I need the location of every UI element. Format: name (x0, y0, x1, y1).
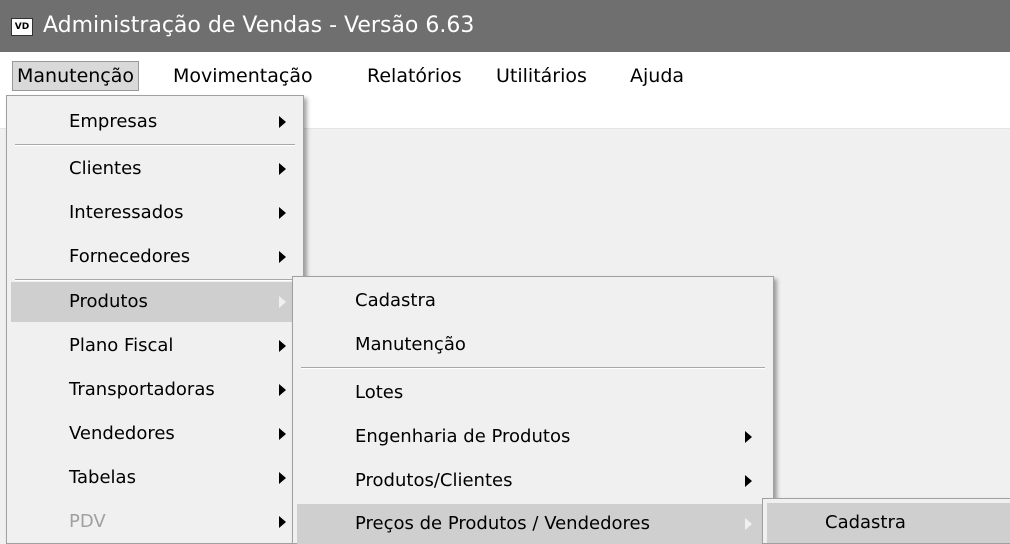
menu-item-pdv[interactable]: PDV (11, 502, 299, 542)
submenu-arrow-icon (279, 251, 286, 263)
menu-item-label: Preços de Produtos / Vendedores (355, 513, 650, 534)
submenu-arrow-icon (279, 163, 286, 175)
menu-item-label: Plano Fiscal (69, 335, 174, 356)
submenu-arrow-icon (279, 340, 286, 352)
submenu-arrow-icon (279, 428, 286, 440)
menu-item-label: Fornecedores (69, 246, 191, 267)
produtos-submenu: Cadastra Manutenção Lotes Engenharia de … (292, 276, 774, 544)
menu-manutencao[interactable]: Manutenção (12, 61, 140, 91)
menu-item-tabelas[interactable]: Tabelas (11, 458, 299, 498)
window-title: Administração de Vendas - Versão 6.63 (43, 13, 475, 38)
menu-item-interessados[interactable]: Interessados (11, 193, 299, 233)
manutencao-dropdown: Empresas Clientes Interessados Fornecedo… (6, 95, 304, 544)
menu-item-label: PDV (69, 511, 106, 532)
menu-item-label: Lotes (355, 382, 404, 403)
menu-item-produtos[interactable]: Produtos (11, 282, 299, 322)
menu-item-engenharia-de-produtos[interactable]: Engenharia de Produtos (297, 417, 769, 457)
menu-item-fornecedores[interactable]: Fornecedores (11, 237, 299, 277)
menu-item-label: Interessados (69, 202, 184, 223)
menu-item-label: Produtos (69, 291, 148, 312)
menu-item-label: Produtos/Clientes (355, 470, 513, 491)
menu-item-label: Cadastra (825, 512, 906, 533)
menu-utilitarios[interactable]: Utilitários (492, 62, 591, 90)
submenu-arrow-icon (745, 518, 752, 530)
menu-movimentacao[interactable]: Movimentação (169, 62, 317, 90)
app-icon: VD (11, 18, 33, 36)
menu-item-label: Clientes (69, 158, 142, 179)
menu-item-lotes[interactable]: Lotes (297, 373, 769, 413)
menu-item-transportadoras[interactable]: Transportadoras (11, 370, 299, 410)
precos-submenu: Cadastra (762, 498, 1010, 544)
menu-item-label: Cadastra (355, 290, 436, 311)
menu-separator (15, 144, 295, 146)
submenu-arrow-icon (279, 116, 286, 128)
submenu-arrow-icon (279, 296, 286, 308)
submenu-arrow-icon (279, 516, 286, 528)
submenu-arrow-icon (279, 207, 286, 219)
menu-item-clientes[interactable]: Clientes (11, 149, 299, 189)
menu-relatorios[interactable]: Relatórios (363, 62, 466, 90)
menu-separator (15, 279, 295, 281)
submenu-arrow-icon (279, 384, 286, 396)
menu-item-label: Empresas (69, 111, 158, 132)
menu-item-precos-produtos-vendedores[interactable]: Preços de Produtos / Vendedores (297, 504, 769, 544)
menu-item-cadastra[interactable]: Cadastra (297, 281, 769, 321)
menu-item-empresas[interactable]: Empresas (11, 102, 299, 142)
title-bar: VD Administração de Vendas - Versão 6.63 (0, 0, 1010, 52)
menu-item-cadastra-precos[interactable]: Cadastra (767, 503, 1010, 543)
menu-separator (301, 367, 765, 369)
menu-ajuda[interactable]: Ajuda (626, 62, 688, 90)
submenu-arrow-icon (279, 472, 286, 484)
menu-bar: Manutenção Movimentação Relatórios Utili… (0, 52, 1010, 94)
menu-item-manutencao[interactable]: Manutenção (297, 325, 769, 365)
menu-item-label: Manutenção (355, 334, 466, 355)
menu-item-label: Vendedores (69, 423, 175, 444)
submenu-arrow-icon (745, 431, 752, 443)
menu-item-label: Tabelas (69, 467, 136, 488)
menu-item-vendedores[interactable]: Vendedores (11, 414, 299, 454)
menu-item-plano-fiscal[interactable]: Plano Fiscal (11, 326, 299, 366)
menu-item-produtos-clientes[interactable]: Produtos/Clientes (297, 461, 769, 501)
submenu-arrow-icon (745, 475, 752, 487)
menu-item-label: Engenharia de Produtos (355, 426, 571, 447)
menu-item-label: Transportadoras (69, 379, 215, 400)
